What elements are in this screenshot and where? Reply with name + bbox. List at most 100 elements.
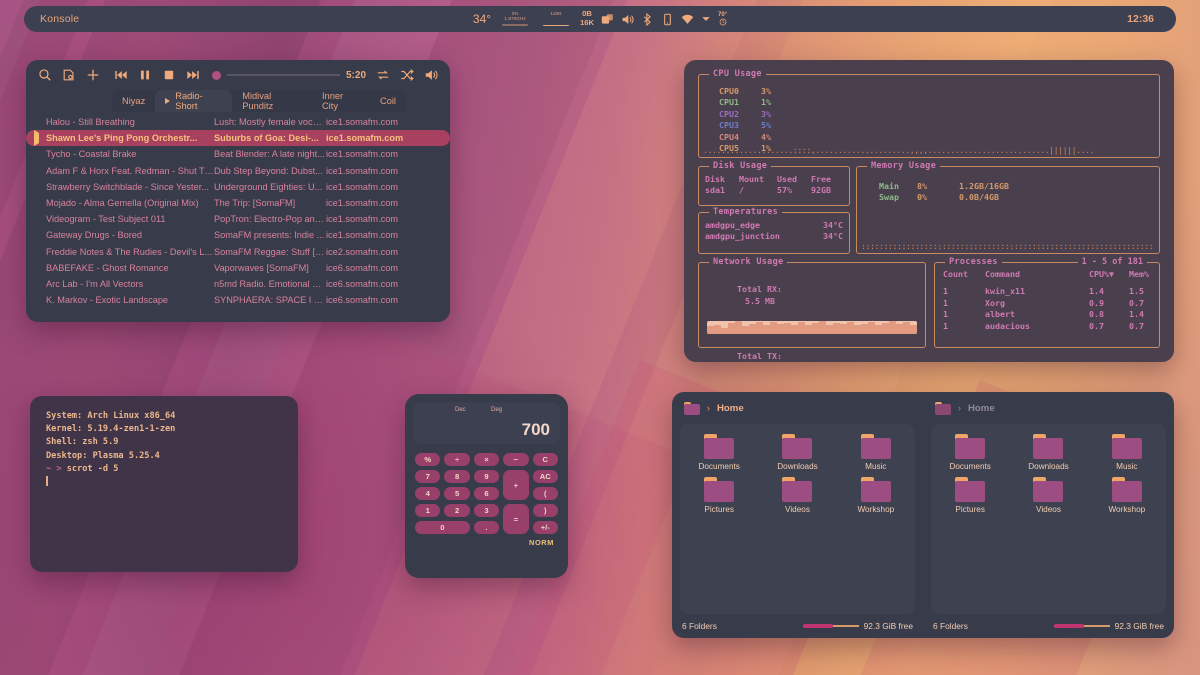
playlist-tab[interactable]: Niyaz [112, 90, 155, 112]
search-icon[interactable] [38, 68, 52, 82]
volume-icon[interactable] [621, 13, 634, 26]
cpu-core-row: CPU2 3% [719, 109, 1159, 120]
playlist-tab[interactable]: Inner City [312, 90, 370, 112]
folder-item[interactable]: Videos [1009, 477, 1087, 514]
calculator-key[interactable]: 4 [415, 487, 441, 500]
chevron-down-icon[interactable] [701, 14, 711, 24]
open-file-icon[interactable] [62, 68, 76, 82]
calculator-key[interactable]: − [503, 453, 529, 466]
graph-bar [756, 322, 763, 334]
process-row[interactable]: 1 Xorg 0.9 0.7 [943, 298, 1159, 309]
playlist-row[interactable]: Strawberry Switchblade - Since Yester...… [26, 179, 450, 195]
process-header-cell[interactable]: Mem% [1129, 269, 1163, 280]
calculator-key[interactable]: . [473, 521, 500, 534]
next-icon[interactable] [186, 68, 200, 82]
playlist-row[interactable]: Gateway Drugs - Bored SomaFM presents: In… [26, 227, 450, 243]
playlist-row[interactable]: Freddie Notes & The Rudies - Devil's L..… [26, 244, 450, 260]
calculator-key[interactable]: 3 [473, 504, 500, 517]
playlist-tab[interactable]: Radio-Short [155, 90, 233, 112]
folder-item[interactable]: Documents [680, 434, 758, 471]
calculator-key[interactable]: 0 [415, 521, 470, 534]
process-header-cell[interactable]: Count [943, 269, 985, 280]
file-manager-breadcrumb[interactable]: › Home [672, 392, 923, 424]
playlist-tab[interactable]: Coil [370, 90, 406, 112]
folder-icon [1033, 477, 1064, 502]
folder-item[interactable]: Downloads [758, 434, 836, 471]
calculator-base-mode[interactable]: Dec [455, 407, 466, 413]
playlist-row[interactable]: Shawn Lee's Ping Pong Orchestr... Suburbs… [26, 130, 450, 147]
playlist-row[interactable]: K. Markov - Exotic Landscape SYNPHAERA: S… [26, 292, 450, 308]
pause-icon[interactable] [138, 68, 152, 82]
playlist-row[interactable]: Tycho - Coastal Brake Beat Blender: A lat… [26, 146, 450, 162]
terminal-window[interactable]: System: Arch Linux x86_64 Kernel: 5.19.4-… [30, 396, 298, 572]
calculator-angle-mode[interactable]: Deg [491, 407, 502, 413]
calculator-key[interactable]: ÷ [444, 453, 470, 466]
network-widget[interactable]: 0B 16K [580, 10, 594, 27]
free-space-label: 92.3 GiB free [863, 621, 913, 631]
process-header-cell[interactable]: Command [985, 269, 1089, 280]
calculator-key[interactable]: ) [532, 504, 558, 517]
previous-icon[interactable] [114, 68, 128, 82]
cpu-temperature[interactable]: 34° [473, 12, 491, 26]
file-manager-breadcrumb[interactable]: › Home [923, 392, 1174, 424]
calculator-key[interactable]: AC [532, 470, 558, 483]
playlist-row[interactable]: Mojado - Alma Gemella (Original Mix) The … [26, 195, 450, 211]
calculator-key[interactable]: 1 [415, 504, 441, 517]
memory-widget[interactable]: 119G [539, 11, 573, 27]
folder-item[interactable]: Downloads [1009, 434, 1087, 471]
folder-item[interactable]: Workshop [1088, 477, 1166, 514]
repeat-icon[interactable] [376, 68, 390, 82]
folder-item[interactable]: Workshop [837, 477, 915, 514]
bluetooth-icon[interactable] [641, 12, 654, 26]
calculator-key[interactable]: 8 [444, 470, 470, 483]
seek-bar[interactable]: 5:20 [212, 70, 366, 81]
process-row[interactable]: 1 albert 0.8 1.4 [943, 309, 1159, 320]
folder-item[interactable]: Music [837, 434, 915, 471]
playlist-row[interactable]: BABEFAKE - Ghost Romance Vaporwaves [Soma… [26, 260, 450, 276]
calculator-key[interactable]: + [503, 470, 529, 500]
playlist-row[interactable]: Arc Lab - I'm All Vectors n5md Radio. Emo… [26, 276, 450, 292]
calculator-key[interactable]: = [503, 504, 529, 534]
playlist-row[interactable]: Adam F & Horx Feat. Redman - Shut Th... D… [26, 163, 450, 179]
terminal-line: Kernel: 5.19.4-zen1-1-zen [46, 424, 176, 435]
calculator-key[interactable]: 5 [444, 487, 470, 500]
playlist-tab[interactable]: Midival Punditz [232, 90, 312, 112]
shuffle-icon[interactable] [400, 68, 414, 82]
graph-bar [741, 325, 749, 334]
seek-track[interactable] [227, 74, 340, 76]
add-icon[interactable] [86, 68, 100, 82]
calculator-key[interactable]: 7 [415, 470, 441, 483]
cpu-load-widget[interactable]: 3% 1.870GHz [498, 11, 532, 26]
track-host: ice1.somafm.com [326, 230, 398, 241]
calculator-key[interactable]: 6 [473, 487, 500, 500]
playlist-table[interactable]: Halou - Still Breathing Lush: Mostly fema… [26, 114, 450, 308]
playlist-row[interactable]: Videogram - Test Subject 011 PopTron: Ele… [26, 211, 450, 227]
gpu-temperature-widget[interactable]: 70° [718, 12, 727, 27]
calculator-key[interactable]: × [473, 453, 500, 466]
folder-item[interactable]: Pictures [680, 477, 758, 514]
calculator-key[interactable]: +/- [532, 521, 558, 534]
track-title: Arc Lab - I'm All Vectors [46, 278, 144, 289]
track-station: Suburbs of Goa: Desi-... [214, 133, 319, 144]
phone-icon[interactable] [661, 13, 674, 26]
seek-handle[interactable] [212, 70, 221, 80]
process-row[interactable]: 1 kwin_x11 1.4 1.5 [943, 286, 1159, 297]
folder-item[interactable]: Videos [758, 477, 836, 514]
calculator-key[interactable]: 2 [444, 504, 470, 517]
playlist-row[interactable]: Halou - Still Breathing Lush: Mostly fema… [26, 114, 450, 130]
folder-label: Downloads [777, 462, 818, 471]
folder-item[interactable]: Pictures [931, 477, 1009, 514]
folder-item[interactable]: Documents [931, 434, 1009, 471]
calculator-key[interactable]: ( [532, 487, 558, 500]
folder-item[interactable]: Music [1088, 434, 1166, 471]
calculator-key[interactable]: C [532, 453, 558, 466]
volume-icon[interactable] [424, 68, 438, 82]
process-header-cell[interactable]: CPU%▼ [1089, 269, 1129, 280]
stop-icon[interactable] [162, 68, 176, 82]
process-row[interactable]: 1 audacious 0.7 0.7 [943, 321, 1159, 332]
calculator-key[interactable]: 9 [473, 470, 500, 483]
track-title: Videogram - Test Subject 011 [46, 214, 166, 225]
wifi-icon[interactable] [681, 13, 694, 26]
window-icon[interactable] [601, 13, 614, 26]
calculator-key[interactable]: % [415, 453, 441, 466]
